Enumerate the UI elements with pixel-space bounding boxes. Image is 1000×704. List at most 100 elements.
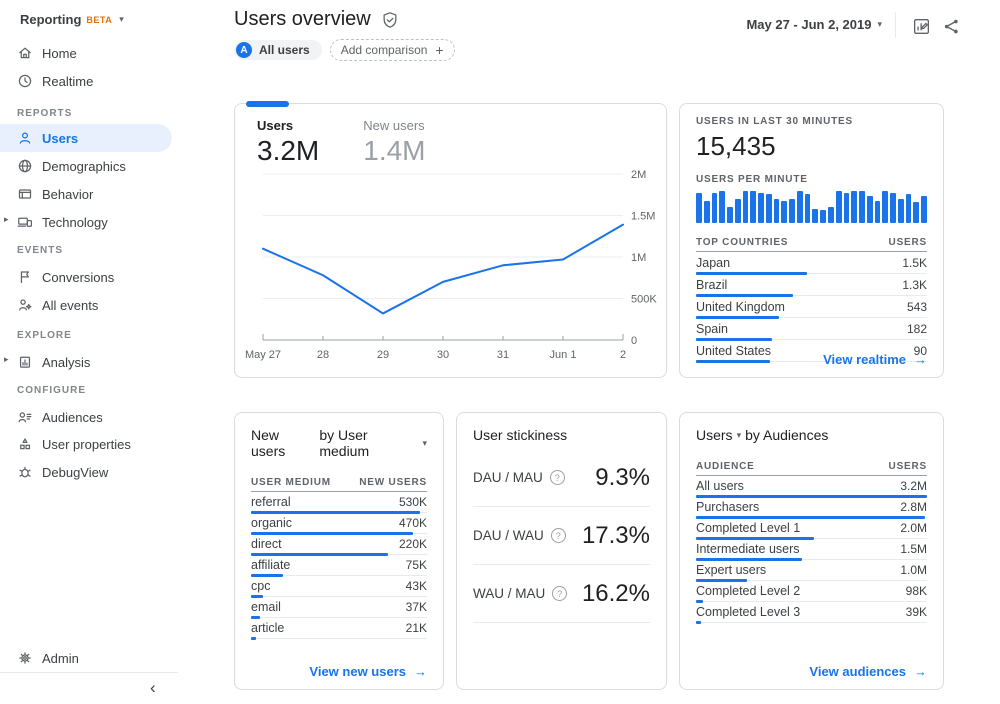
- minute-bar: [867, 196, 873, 223]
- metric-bar: [696, 294, 793, 297]
- row-value: 2.8M: [900, 500, 927, 514]
- users-line-chart: 0500K1M1.5M2MMay 2728293031Jun 12: [255, 160, 655, 368]
- table-header: USER MEDIUM NEW USERS: [251, 473, 427, 492]
- report-switcher[interactable]: Reporting BETA ▾: [20, 12, 124, 27]
- sidebar-item-demographics[interactable]: Demographics: [0, 152, 172, 180]
- stickiness-row: WAU / MAU?16.2%: [473, 565, 650, 623]
- metric-label: New users: [363, 118, 425, 133]
- metric-bar: [696, 360, 770, 363]
- ratio-value: 17.3%: [582, 522, 650, 550]
- row-label: Purchasers: [696, 500, 759, 514]
- sidebar-item-users[interactable]: Users: [0, 124, 172, 152]
- table-row: email37K: [251, 597, 427, 618]
- row-value: 21K: [406, 621, 427, 635]
- column-header: USERS: [889, 461, 927, 472]
- user-medium-table: referral530Korganic470Kdirect220Kaffilia…: [251, 492, 427, 639]
- row-value: 98K: [906, 584, 927, 598]
- sidebar-section-explore: EXPLORE: [17, 330, 72, 341]
- add-comparison-label: Add comparison: [341, 43, 428, 57]
- view-realtime-link[interactable]: View realtime →: [823, 352, 927, 367]
- sidebar-item-label: Analysis: [42, 355, 90, 370]
- card-title: Users ▾ by Audiences: [696, 427, 927, 443]
- view-audiences-link[interactable]: View audiences →: [809, 664, 927, 679]
- add-comparison-button[interactable]: Add comparison +: [330, 39, 455, 61]
- sidebar-section-events: EVENTS: [17, 245, 63, 256]
- x-axis-tick: 30: [437, 349, 449, 361]
- row-label: Japan: [696, 256, 730, 270]
- sidebar-item-label: Users: [42, 131, 78, 146]
- divider: [895, 12, 896, 38]
- comparison-chip-all-users[interactable]: A All users: [234, 40, 322, 60]
- row-value: 39K: [906, 605, 927, 619]
- minute-bar: [696, 193, 702, 223]
- comparison-badge: A: [236, 42, 252, 58]
- sidebar-item-behavior[interactable]: Behavior: [0, 180, 172, 208]
- column-header: USER MEDIUM: [251, 477, 331, 488]
- brand-label: Reporting: [20, 12, 81, 27]
- sidebar-item-audiences[interactable]: Audiences: [0, 403, 172, 431]
- sidebar-item-label: Demographics: [42, 159, 126, 174]
- collapse-sidebar-button[interactable]: ‹: [150, 678, 156, 698]
- chevron-down-icon[interactable]: ▾: [737, 430, 742, 441]
- minute-bar: [820, 210, 826, 223]
- minute-bar: [797, 191, 803, 223]
- share-icon[interactable]: [940, 15, 962, 37]
- sidebar-item-all-events[interactable]: All events: [0, 291, 172, 319]
- audiences-icon: [17, 409, 33, 425]
- shield-check-icon[interactable]: [381, 11, 399, 29]
- sidebar-item-conversions[interactable]: Conversions: [0, 263, 172, 291]
- table-row: United Kingdom543: [696, 296, 927, 318]
- table-row: Spain182: [696, 318, 927, 340]
- sidebar-item-user-properties[interactable]: User properties: [0, 430, 172, 458]
- comparison-chips: A All users Add comparison +: [234, 39, 455, 61]
- help-icon[interactable]: ?: [552, 586, 567, 601]
- minute-bar: [921, 196, 927, 223]
- sidebar-item-admin[interactable]: Admin: [0, 644, 172, 672]
- x-axis-tick: 31: [497, 349, 509, 361]
- users-per-minute-chart: [696, 191, 927, 223]
- help-icon[interactable]: ?: [551, 528, 566, 543]
- stickiness-row: DAU / MAU?9.3%: [473, 449, 650, 507]
- row-label: Completed Level 2: [696, 584, 800, 598]
- sidebar-item-technology[interactable]: ▸ Technology: [0, 208, 172, 236]
- date-range-picker[interactable]: May 27 - Jun 2, 2019 ▾: [746, 17, 882, 32]
- table-row: cpc43K: [251, 576, 427, 597]
- ratio-label: DAU / MAU: [473, 470, 543, 485]
- customize-report-button[interactable]: [910, 15, 932, 37]
- row-value: 43K: [406, 579, 427, 593]
- arrow-right-icon: →: [414, 664, 427, 679]
- chevron-down-icon[interactable]: ▾: [422, 438, 427, 449]
- metric-bar: [696, 558, 802, 561]
- table-row: Completed Level 12.0M: [696, 518, 927, 539]
- view-new-users-link[interactable]: View new users →: [309, 664, 427, 679]
- devices-icon: [17, 214, 33, 230]
- minute-bar: [836, 191, 842, 223]
- sidebar-item-label: Audiences: [42, 410, 103, 425]
- date-range-label: May 27 - Jun 2, 2019: [746, 17, 871, 32]
- sidebar-item-realtime[interactable]: Realtime: [0, 67, 172, 95]
- table-row: All users3.2M: [696, 476, 927, 497]
- metric-dropdown[interactable]: Users: [696, 427, 733, 443]
- minute-bar: [712, 193, 718, 223]
- expand-arrow-icon[interactable]: ▸: [4, 214, 9, 225]
- metric-dropdown[interactable]: New users: [251, 427, 315, 459]
- help-icon[interactable]: ?: [550, 470, 565, 485]
- expand-arrow-icon[interactable]: ▸: [4, 354, 9, 365]
- x-axis-tick: Jun 1: [550, 349, 577, 361]
- sidebar-item-home[interactable]: Home: [0, 39, 172, 67]
- table-row: affiliate75K: [251, 555, 427, 576]
- metric-bar: [696, 516, 925, 519]
- row-label: United Kingdom: [696, 300, 785, 314]
- minute-bar: [735, 199, 741, 223]
- table-row: Expert users1.0M: [696, 560, 927, 581]
- link-label: View realtime: [823, 352, 906, 367]
- row-label: referral: [251, 495, 291, 509]
- table-row: Completed Level 339K: [696, 602, 927, 623]
- sidebar-section-reports: REPORTS: [17, 108, 72, 119]
- card-title: User stickiness: [473, 427, 650, 443]
- sidebar-item-analysis[interactable]: ▸ Analysis: [0, 348, 172, 376]
- row-label: direct: [251, 537, 282, 551]
- y-axis-tick: 2M: [631, 169, 646, 181]
- sidebar-item-debugview[interactable]: DebugView: [0, 458, 172, 486]
- card-title: New users by User medium ▾: [251, 427, 427, 459]
